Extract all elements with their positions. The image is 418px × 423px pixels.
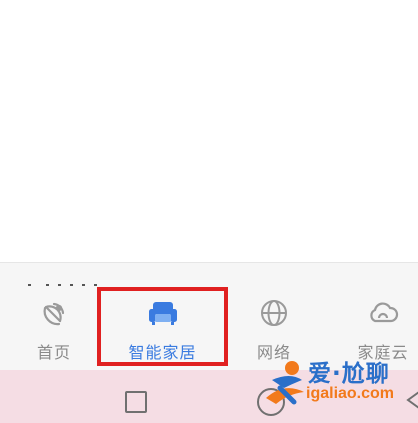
tab-home[interactable]: 首页	[14, 288, 94, 366]
main-content-area	[0, 0, 418, 262]
watermark: 爱·尬聊 igaliao.com	[262, 352, 418, 412]
tab-home-label: 首页	[36, 343, 71, 362]
tab-smart-home-label: 智能家居	[128, 343, 197, 362]
sofa-icon	[146, 296, 180, 330]
home-satellite-icon	[37, 296, 71, 330]
globe-icon	[257, 296, 291, 330]
watermark-url: igaliao.com	[306, 385, 395, 402]
watermark-title: 爱·尬聊	[308, 361, 390, 387]
tabbar-divider	[0, 262, 418, 263]
recent-apps-icon[interactable]	[125, 391, 147, 413]
tab-smart-home[interactable]: 智能家居	[97, 288, 228, 366]
cloud-icon	[366, 296, 400, 330]
